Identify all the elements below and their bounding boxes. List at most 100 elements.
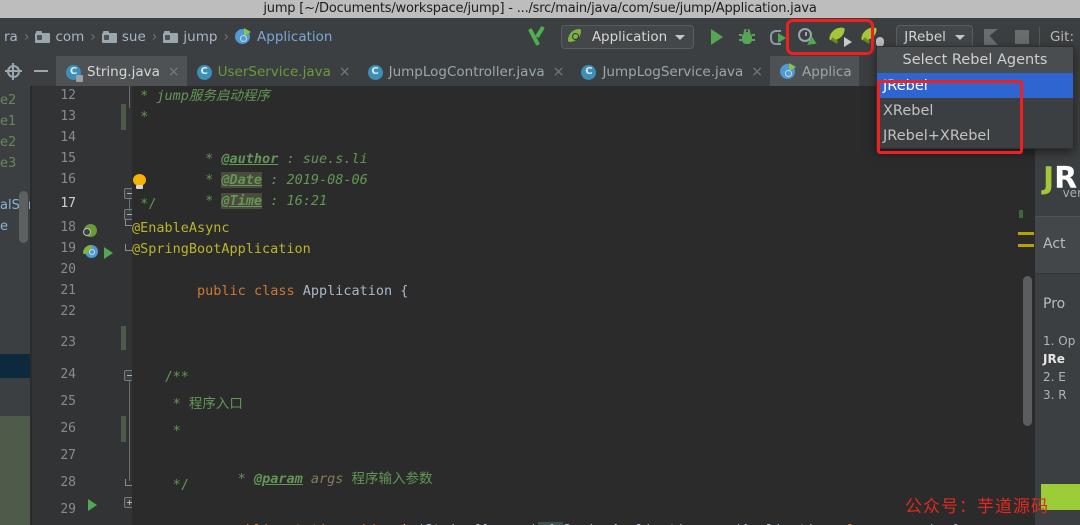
close-icon[interactable]: ×	[751, 64, 763, 80]
extract-icon[interactable]	[981, 27, 1003, 47]
editor-scrollbar-thumb[interactable]	[1023, 276, 1032, 426]
vcs-change-marker	[121, 326, 126, 350]
jrebel-tool-window[interactable]: ver JR Act Pro 1. Op JRe 2. E 3. R	[1034, 86, 1080, 525]
breadcrumb: ra › com › sue › jump › Appl	[0, 18, 336, 56]
run-button[interactable]	[702, 22, 732, 52]
code-content[interactable]: * jump服务启动程序 * * @author : sue.s.li * @D…	[132, 86, 1080, 525]
tab-label: JumpLogService.java	[602, 64, 743, 80]
code-line-17: */	[132, 196, 156, 212]
coverage-icon	[769, 29, 786, 46]
class-name-application: Application	[303, 283, 392, 299]
line-number: 22	[46, 304, 76, 319]
lightbulb-icon[interactable]	[133, 174, 146, 189]
line-number: 23	[46, 335, 76, 350]
line-number: 13	[46, 109, 76, 124]
line-number: 17	[46, 196, 76, 211]
code-line-26: *	[132, 423, 181, 439]
comment-star: *	[197, 193, 221, 209]
tab-userservice-java[interactable]: C UserService.java ×	[187, 56, 358, 86]
breadcrumb-label: Application	[257, 29, 332, 45]
editor-area: e2 e1 e2 e3 alSer e 12 13 14 15 16 17 18…	[0, 86, 1080, 525]
run-with-coverage-button[interactable]	[762, 22, 792, 52]
run-gutter-icon[interactable]	[104, 247, 113, 259]
run-gutter-icon[interactable]	[88, 499, 97, 511]
watermark-text: 公众号：芋道源码	[905, 492, 1049, 517]
close-icon[interactable]: ×	[553, 64, 565, 80]
editor-gutter[interactable]: 12 13 14 15 16 17 18 19 20 21 22 23 24 2…	[32, 86, 132, 525]
profile-button[interactable]	[792, 22, 822, 52]
tab-application-java[interactable]: Applica	[770, 56, 859, 86]
window-title-bar: jump [~/Documents/workspace/jump] - .../…	[0, 0, 1080, 18]
breadcrumb-label: jump	[183, 29, 217, 45]
project-item-label: e2	[0, 135, 16, 150]
project-changed-marker	[0, 416, 30, 525]
code-line-25: * 程序入口	[132, 396, 243, 412]
jrebel-run-button[interactable]	[826, 22, 856, 52]
tab-jumplogservice-java[interactable]: C JumpLogService.java ×	[571, 56, 770, 86]
breadcrumb-item-com[interactable]: com	[31, 18, 88, 56]
spring-boot-icon[interactable]	[84, 245, 98, 259]
minimize-icon[interactable]	[26, 56, 56, 86]
play-icon	[711, 29, 723, 45]
class-icon: C	[66, 65, 81, 80]
tab-label: UserService.java	[218, 64, 331, 80]
breadcrumb-item-sue[interactable]: sue	[98, 18, 150, 56]
breadcrumb-item-ra[interactable]: ra	[0, 18, 22, 56]
line-number: 18	[46, 220, 76, 235]
code-line-12: * jump服务启动程序	[132, 88, 270, 104]
class-icon: C	[368, 65, 383, 80]
breadcrumb-label: com	[55, 29, 84, 45]
gear-icon[interactable]	[0, 56, 26, 86]
jrebel-run-icon	[830, 27, 852, 47]
toolbar-divider	[1039, 27, 1040, 47]
window-title: jump [~/Documents/workspace/jump] - .../…	[263, 1, 816, 16]
popup-item-jrebel[interactable]: JRebel	[877, 73, 1073, 98]
breadcrumb-separator: ›	[22, 29, 32, 45]
jrebel-activation-label: Act	[1043, 236, 1066, 252]
javadoc-param-desc: 程序输入参数	[343, 471, 432, 487]
close-icon[interactable]: ×	[339, 64, 351, 80]
stop-icon[interactable]	[1015, 30, 1029, 44]
line-number: 12	[46, 88, 76, 103]
code-line-28: */	[132, 477, 189, 493]
javadoc-time-value: : 16:21	[262, 193, 327, 209]
keyword-class: class	[246, 283, 303, 299]
class-icon: C	[197, 65, 212, 80]
folder-icon	[163, 31, 178, 43]
debug-button[interactable]	[732, 22, 762, 52]
vcs-marker	[1019, 210, 1023, 218]
select-rebel-agents-popup[interactable]: Select Rebel Agents JRebel XRebel JRebel…	[876, 46, 1074, 149]
jrebel-step-3: 3. R	[1043, 388, 1067, 402]
folder-icon	[35, 31, 50, 43]
spring-class-icon	[235, 29, 251, 45]
class-icon: C	[581, 65, 596, 80]
spring-boot-icon	[568, 29, 584, 45]
breadcrumb-separator: ›	[221, 29, 231, 45]
run-configuration-selector[interactable]: Application	[561, 25, 694, 49]
project-item-label: e3	[0, 156, 16, 171]
lock-icon	[76, 75, 83, 82]
tab-jumplogcontroller-java[interactable]: C JumpLogController.java ×	[358, 56, 572, 86]
popup-item-xrebel[interactable]: XRebel	[877, 98, 1073, 123]
spring-bean-icon[interactable]	[84, 224, 98, 238]
project-item-label: e1	[0, 114, 16, 129]
breadcrumb-separator: ›	[88, 29, 98, 45]
tab-string-java[interactable]: C String.java ×	[56, 56, 187, 86]
javadoc-param-name: args	[303, 471, 344, 487]
javadoc-time-tag: @Time	[221, 193, 262, 209]
breadcrumb-item-application[interactable]: Application	[231, 18, 336, 56]
project-selected-row	[0, 354, 30, 378]
breadcrumb-item-jump[interactable]: jump	[159, 18, 221, 56]
line-number: 24	[46, 367, 76, 382]
fold-line	[129, 381, 130, 481]
hammer-icon[interactable]	[527, 24, 553, 50]
project-scrollbar[interactable]	[19, 191, 28, 243]
code-line-24: /**	[132, 369, 189, 385]
close-icon[interactable]: ×	[168, 64, 180, 80]
popup-title: Select Rebel Agents	[877, 47, 1073, 73]
popup-item-jrebel-xrebel[interactable]: JRebel+XRebel	[877, 123, 1073, 148]
line-number: 27	[46, 448, 76, 463]
chevron-down-icon	[675, 35, 685, 40]
brace-open: {	[392, 283, 408, 299]
project-tool-window[interactable]: e2 e1 e2 e3 alSer e	[0, 86, 30, 525]
